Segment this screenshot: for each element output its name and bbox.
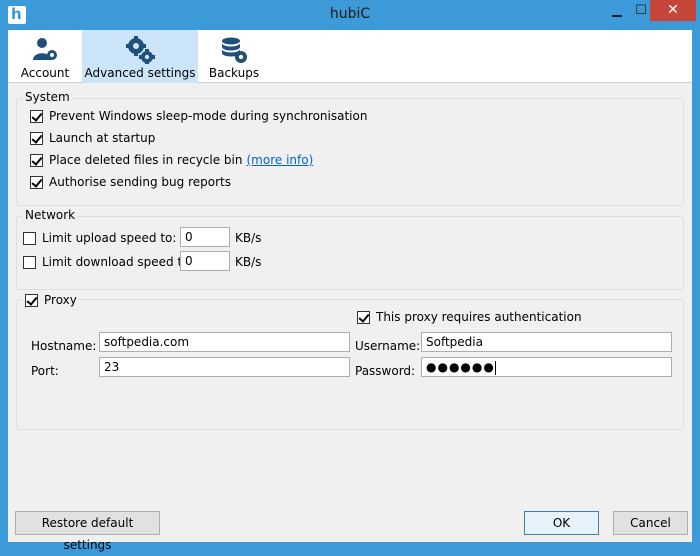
launch-startup-checkbox[interactable] bbox=[30, 131, 43, 145]
settings-panel: Account Advanced settings Backups System… bbox=[8, 30, 692, 552]
bug-reports-label: Authorise sending bug reports bbox=[49, 175, 231, 189]
port-label: Port: bbox=[31, 364, 59, 378]
text-caret bbox=[494, 360, 496, 375]
proxy-group: Proxy This proxy requires authentication… bbox=[16, 291, 684, 430]
recycle-bin-checkbox[interactable] bbox=[30, 153, 43, 167]
launch-startup-label: Launch at startup bbox=[49, 131, 156, 145]
minimize-icon bbox=[611, 15, 622, 17]
more-info-link[interactable]: (more info) bbox=[247, 153, 314, 167]
cancel-button[interactable]: Cancel bbox=[613, 511, 688, 535]
tab-account[interactable]: Account bbox=[12, 30, 78, 83]
tab-backups-label: Backups bbox=[208, 66, 260, 80]
maximize-icon: ☐ bbox=[635, 3, 647, 18]
tab-bar: Account Advanced settings Backups bbox=[8, 30, 692, 83]
ok-button[interactable]: OK bbox=[524, 511, 599, 535]
app-window: h hubiC ☐ ✕ Account Advanced settings Ba… bbox=[0, 0, 700, 552]
username-input[interactable]: Softpedia bbox=[421, 332, 672, 352]
proxy-legend: Proxy bbox=[44, 293, 77, 307]
database-gear-icon bbox=[220, 36, 248, 67]
limit-upload-option[interactable]: Limit upload speed to: bbox=[23, 229, 176, 247]
limit-download-label: Limit download speed to: bbox=[42, 255, 194, 269]
port-input[interactable]: 23 bbox=[99, 357, 350, 377]
password-label: Password: bbox=[355, 364, 416, 378]
window-title: hubiC bbox=[329, 6, 371, 22]
system-legend: System bbox=[23, 90, 72, 104]
prevent-sleep-option[interactable]: Prevent Windows sleep-mode during synchr… bbox=[30, 107, 367, 125]
user-gear-icon bbox=[32, 36, 58, 65]
tab-advanced-settings-label: Advanced settings bbox=[84, 66, 196, 80]
prevent-sleep-checkbox[interactable] bbox=[30, 109, 43, 123]
tab-advanced-settings[interactable]: Advanced settings bbox=[82, 30, 198, 83]
password-input[interactable]: ●●●●●● bbox=[421, 357, 672, 377]
password-value: ●●●●●● bbox=[426, 360, 495, 374]
launch-startup-option[interactable]: Launch at startup bbox=[30, 129, 155, 147]
proxy-option[interactable]: Proxy bbox=[23, 291, 79, 309]
network-group: Network Limit upload speed to: 0 KB/s Li… bbox=[16, 208, 684, 290]
close-button[interactable]: ✕ bbox=[650, 0, 696, 21]
limit-upload-checkbox[interactable] bbox=[23, 231, 36, 245]
hostname-input[interactable]: softpedia.com bbox=[99, 332, 350, 352]
upload-speed-input[interactable]: 0 bbox=[180, 227, 230, 247]
proxy-auth-label: This proxy requires authentication bbox=[376, 310, 582, 324]
hostname-label: Hostname: bbox=[31, 339, 97, 353]
download-speed-input[interactable]: 0 bbox=[180, 251, 230, 271]
prevent-sleep-label: Prevent Windows sleep-mode during synchr… bbox=[49, 109, 368, 123]
upload-unit-label: KB/s bbox=[235, 231, 262, 245]
tab-account-label: Account bbox=[20, 66, 70, 80]
username-label: Username: bbox=[355, 339, 421, 353]
system-group: System Prevent Windows sleep-mode during… bbox=[16, 90, 684, 206]
title-bar[interactable]: h hubiC ☐ ✕ bbox=[0, 0, 700, 30]
recycle-bin-label: Place deleted files in recycle bin bbox=[49, 153, 243, 167]
proxy-auth-checkbox[interactable] bbox=[357, 310, 370, 324]
limit-download-checkbox[interactable] bbox=[23, 255, 36, 269]
proxy-checkbox[interactable] bbox=[25, 293, 38, 307]
network-legend: Network bbox=[23, 208, 78, 222]
tab-backups[interactable]: Backups bbox=[202, 30, 266, 83]
recycle-bin-option[interactable]: Place deleted files in recycle bin (more… bbox=[30, 151, 313, 169]
minimize-button[interactable] bbox=[603, 8, 630, 29]
bug-reports-option[interactable]: Authorise sending bug reports bbox=[30, 173, 231, 191]
gears-icon bbox=[125, 36, 155, 67]
limit-download-option[interactable]: Limit download speed to: bbox=[23, 253, 194, 271]
download-unit-label: KB/s bbox=[235, 255, 262, 269]
close-icon: ✕ bbox=[667, 2, 679, 18]
proxy-auth-option[interactable]: This proxy requires authentication bbox=[357, 308, 582, 326]
limit-upload-label: Limit upload speed to: bbox=[42, 231, 177, 245]
restore-defaults-button[interactable]: Restore default settings bbox=[15, 511, 160, 552]
bug-reports-checkbox[interactable] bbox=[30, 175, 43, 189]
